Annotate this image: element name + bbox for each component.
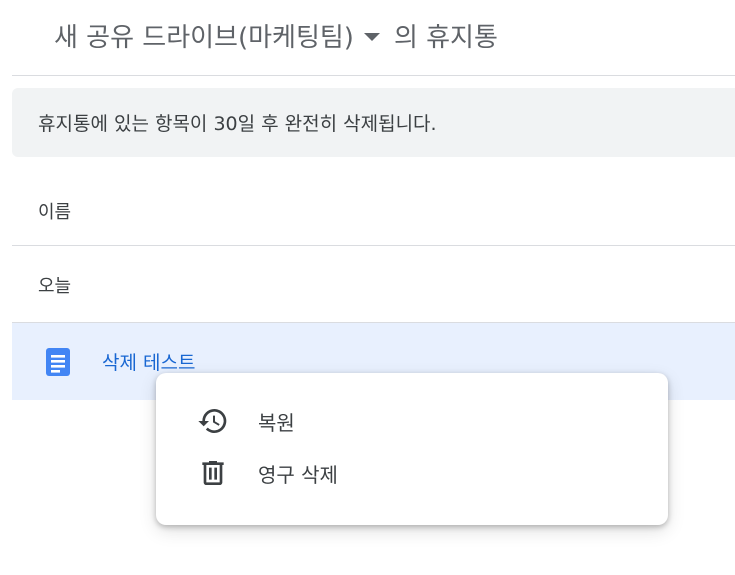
shared-drive-name: 새 공유 드라이브(마케팅팀) [54, 23, 354, 53]
name-column-label: 이름 [38, 201, 72, 223]
trash-title-suffix: 의 휴지통 [393, 23, 498, 53]
trash-info-banner: 휴지통에 있는 항목이 30일 후 완전히 삭제됩니다. [12, 88, 735, 157]
context-menu: 복원 영구 삭제 [156, 373, 668, 525]
trash-info-text: 휴지통에 있는 항목이 30일 후 완전히 삭제됩니다. [38, 113, 437, 135]
caret-down-icon [363, 32, 380, 41]
restore-menu-item[interactable]: 복원 [156, 395, 668, 447]
trash-header: 새 공유 드라이브(마케팅팀) 의 휴지통 [12, 0, 735, 76]
trash-icon [196, 456, 230, 490]
name-column-header[interactable]: 이름 [12, 176, 735, 246]
page-title: 새 공유 드라이브(마케팅팀) 의 휴지통 [54, 17, 498, 54]
delete-forever-label: 영구 삭제 [258, 462, 338, 487]
restore-label: 복원 [258, 410, 295, 435]
date-group-label: 오늘 [38, 275, 72, 297]
file-name: 삭제 테스트 [102, 352, 196, 374]
delete-forever-menu-item[interactable]: 영구 삭제 [156, 447, 668, 499]
google-docs-icon [44, 347, 72, 376]
restore-history-icon [196, 404, 230, 438]
shared-drive-selector[interactable]: 새 공유 드라이브(마케팅팀) [54, 17, 394, 54]
date-group-header: 오늘 [12, 247, 735, 323]
